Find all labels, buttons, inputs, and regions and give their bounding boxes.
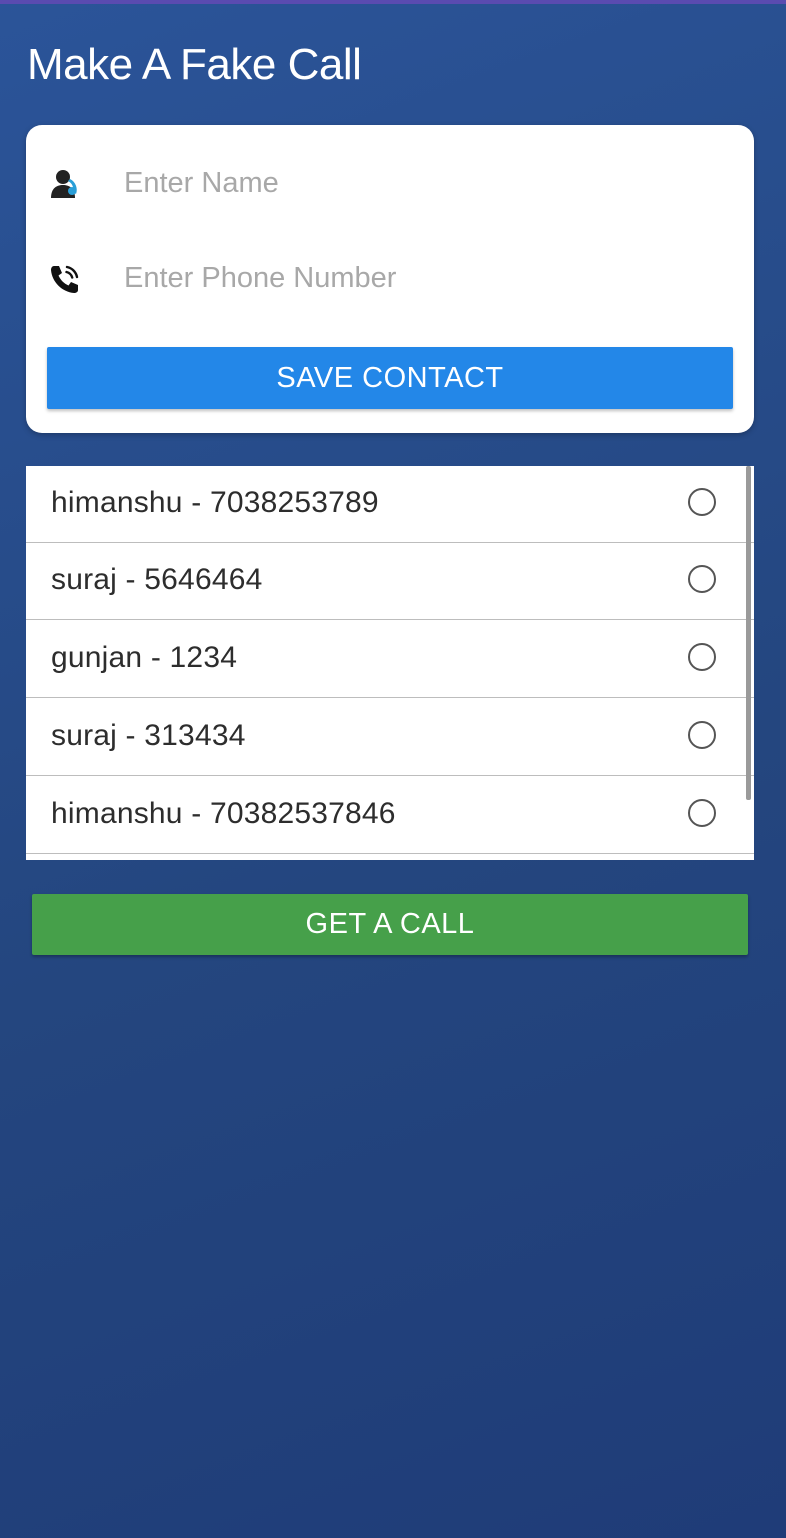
radio-button[interactable] bbox=[688, 799, 716, 827]
radio-button[interactable] bbox=[688, 488, 716, 516]
phone-input[interactable] bbox=[122, 252, 726, 304]
contact-label: suraj - 313434 bbox=[51, 719, 246, 752]
contact-label: himanshu - 70382537846 bbox=[51, 797, 396, 830]
name-input[interactable] bbox=[122, 157, 726, 209]
list-item[interactable]: suraj - 313434 bbox=[26, 699, 754, 776]
radio-button[interactable] bbox=[688, 643, 716, 671]
list-scrollbar[interactable] bbox=[746, 466, 751, 800]
list-item[interactable]: himanshu - 7038253789 bbox=[26, 466, 754, 543]
list-item[interactable]: suraj - 5646464 bbox=[26, 543, 754, 620]
radio-button[interactable] bbox=[688, 721, 716, 749]
phone-call-icon bbox=[51, 265, 79, 293]
contact-list: himanshu - 7038253789 suraj - 5646464 gu… bbox=[26, 466, 754, 860]
contact-label: himanshu - 7038253789 bbox=[51, 486, 379, 519]
list-item[interactable]: himanshu - 70382537846 bbox=[26, 777, 754, 854]
phone-field-row bbox=[26, 242, 754, 312]
list-item[interactable]: gunjan - 1234 bbox=[26, 621, 754, 698]
radio-button[interactable] bbox=[688, 565, 716, 593]
contact-form-card: SAVE CONTACT bbox=[26, 125, 754, 433]
contact-label: gunjan - 1234 bbox=[51, 641, 238, 674]
page-title: Make A Fake Call bbox=[27, 40, 362, 89]
name-field-row bbox=[26, 147, 754, 217]
save-contact-button[interactable]: SAVE CONTACT bbox=[47, 347, 733, 409]
contact-label: suraj - 5646464 bbox=[51, 563, 263, 596]
status-accent-strip bbox=[0, 0, 786, 4]
get-a-call-button[interactable]: GET A CALL bbox=[32, 894, 748, 955]
contact-person-icon bbox=[51, 170, 77, 198]
